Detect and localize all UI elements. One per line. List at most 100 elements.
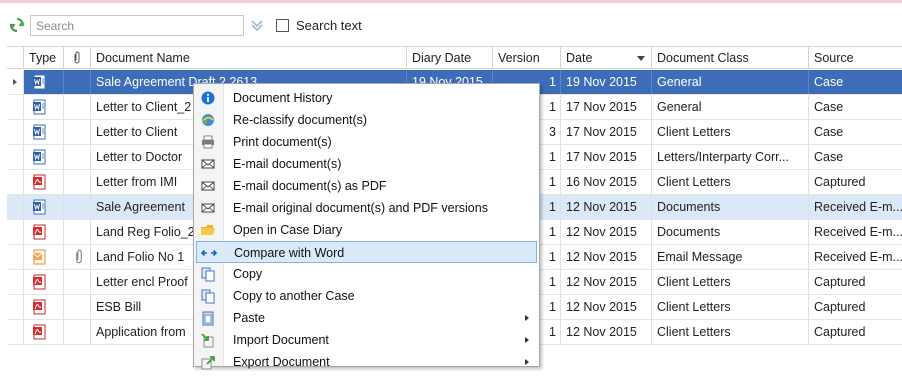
header-document-name[interactable]: Document Name (91, 47, 407, 69)
submenu-arrow-icon (525, 315, 529, 321)
header-type[interactable]: Type (24, 47, 64, 69)
copy-icon (201, 267, 215, 282)
cell-type (24, 220, 64, 244)
envelope-icon (201, 181, 215, 191)
row-indicator (7, 70, 24, 94)
search-text-checkbox[interactable] (276, 19, 289, 32)
word-doc-icon (32, 199, 48, 215)
menu-item-label: Document History (233, 91, 333, 105)
cell-date: 12 Nov 2015 (561, 245, 652, 269)
cell-type (24, 70, 64, 94)
cell-attachment (64, 120, 91, 144)
row-indicator (7, 245, 24, 269)
pdf-doc-icon (32, 274, 48, 290)
header-version[interactable]: Version (493, 47, 561, 69)
menu-item-export-document[interactable]: Export Document (196, 351, 537, 373)
row-indicator (7, 270, 24, 294)
menu-item-label: Copy (233, 267, 263, 281)
cell-attachment (64, 95, 91, 119)
folder-icon (201, 225, 215, 235)
header-indicator (7, 47, 24, 69)
cell-date: 12 Nov 2015 (561, 295, 652, 319)
cell-class: Documents (652, 220, 809, 244)
row-indicator (7, 120, 24, 144)
word-doc-icon (32, 99, 48, 115)
cell-type (24, 195, 64, 219)
menu-item-label: E-mail document(s) as PDF (233, 179, 387, 193)
cell-source: Captured (814, 300, 866, 314)
word-doc-icon (32, 74, 48, 90)
cell-type (24, 245, 64, 269)
printer-icon (202, 135, 214, 149)
cell-source: Case (814, 150, 844, 164)
menu-item-e-mail-original-document-s-and-pdf-versions[interactable]: E-mail original document(s) and PDF vers… (196, 197, 537, 219)
cell-class: General (652, 95, 809, 119)
menu-item-label: Export Document (233, 355, 330, 369)
menu-item-paste[interactable]: Paste (196, 307, 537, 329)
menu-item-copy-to-another-case[interactable]: Copy to another Case (196, 285, 537, 307)
search-box[interactable] (30, 15, 244, 36)
cell-source: Captured (814, 325, 866, 339)
current-row-arrow-icon (13, 79, 17, 85)
cell-source: Case (814, 100, 844, 114)
header-document-class[interactable]: Document Class (652, 47, 809, 69)
context-menu: Document History Re-classify document(s) P… (193, 83, 540, 370)
row-indicator (7, 295, 24, 319)
menu-item-label: Re-classify document(s) (233, 113, 368, 127)
export-icon (201, 356, 215, 370)
menu-item-open-in-case-diary[interactable]: Open in Case Diary (196, 219, 537, 241)
cell-type (24, 270, 64, 294)
sort-descending-icon (637, 56, 645, 61)
menu-item-re-classify-document-s[interactable]: Re-classify document(s) (196, 109, 537, 131)
cell-type (24, 120, 64, 144)
envelope-icon (201, 159, 215, 169)
cell-date: 19 Nov 2015 (561, 70, 652, 94)
menu-item-document-history[interactable]: Document History (196, 87, 537, 109)
menu-item-import-document[interactable]: Import Document (196, 329, 537, 351)
row-indicator (7, 145, 24, 169)
cell-class: Documents (652, 195, 809, 219)
cell-source: Case (814, 125, 844, 139)
menu-item-print-document-s[interactable]: Print document(s) (196, 131, 537, 153)
info-icon (201, 91, 215, 105)
header-diary-date[interactable]: Diary Date (407, 47, 493, 69)
row-indicator (7, 195, 24, 219)
header-attachment[interactable] (64, 47, 91, 69)
cell-class: Client Letters (652, 320, 809, 344)
row-indicator (7, 320, 24, 344)
chevron-down-icon[interactable] (249, 17, 265, 33)
top-accent-line (0, 0, 902, 3)
search-text-label: Search text (296, 18, 362, 33)
menu-item-compare-with-word[interactable]: Compare with Word (196, 241, 537, 263)
cell-class: Client Letters (652, 270, 809, 294)
menu-item-copy[interactable]: Copy (196, 263, 537, 285)
cell-attachment (64, 270, 91, 294)
row-indicator (7, 95, 24, 119)
cell-attachment (64, 320, 91, 344)
menu-item-e-mail-document-s-as-pdf[interactable]: E-mail document(s) as PDF (196, 175, 537, 197)
header-source[interactable]: Source (809, 47, 902, 69)
cell-source: Case (814, 75, 844, 89)
menu-item-e-mail-document-s[interactable]: E-mail document(s) (196, 153, 537, 175)
cell-attachment (64, 220, 91, 244)
menu-item-label: E-mail document(s) (233, 157, 342, 171)
reclassify-icon (202, 114, 214, 126)
cell-class: General (652, 70, 809, 94)
envelope-icon (201, 203, 215, 213)
paperclip-icon (76, 249, 82, 264)
cell-date: 12 Nov 2015 (561, 270, 652, 294)
cell-source: Captured (814, 275, 866, 289)
cell-class: Email Message (652, 245, 809, 269)
refresh-icon[interactable] (9, 17, 25, 33)
search-input[interactable] (31, 16, 243, 35)
submenu-arrow-icon (525, 359, 529, 365)
row-indicator (7, 220, 24, 244)
cell-attachment (64, 170, 91, 194)
cell-attachment (64, 245, 91, 269)
menu-item-label: Import Document (233, 333, 329, 347)
cell-date: 12 Nov 2015 (561, 195, 652, 219)
word-doc-icon (32, 149, 48, 165)
grid-header: Type Document Name Diary Date Version Da… (7, 46, 902, 69)
header-date[interactable]: Date (561, 47, 652, 69)
copy-icon (201, 289, 215, 304)
